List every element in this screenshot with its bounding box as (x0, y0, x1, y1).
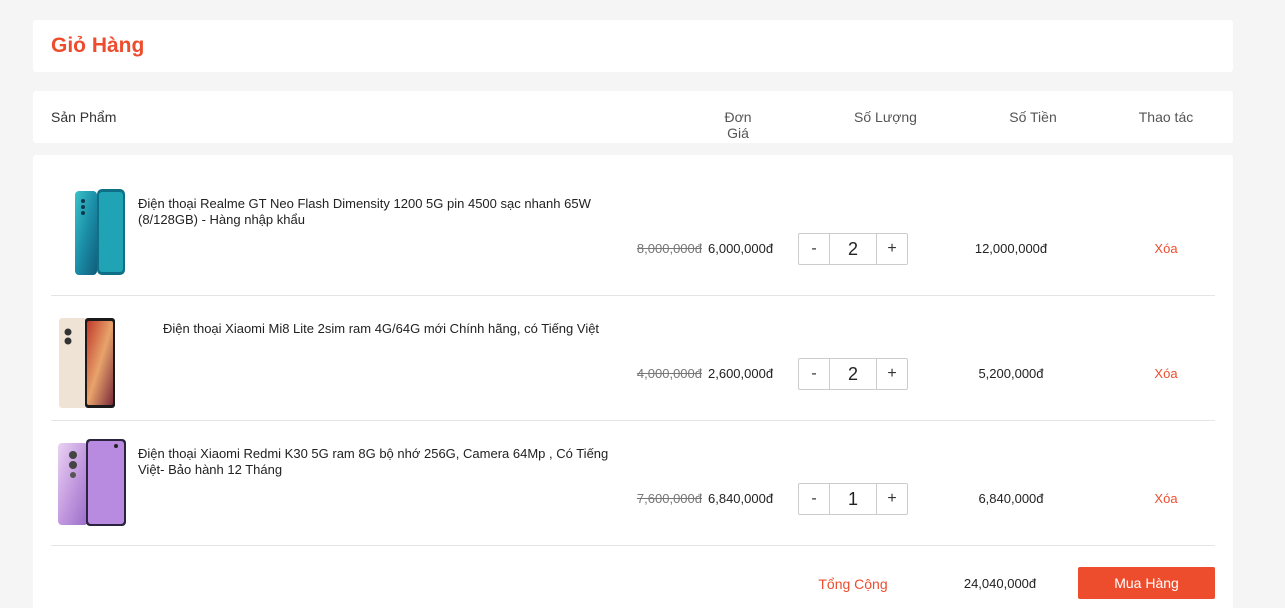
decrease-quantity-button[interactable]: - (799, 234, 829, 264)
quantity-stepper: - 2 + (798, 233, 908, 265)
grand-total: 24,040,000đ (963, 576, 1037, 591)
quantity-input[interactable]: 2 (829, 359, 877, 389)
unit-price: 6,840,000đ (708, 491, 774, 506)
cart-item-row: Điện thoại Xiaomi Mi8 Lite 2sim ram 4G/6… (51, 296, 1215, 421)
total-label: Tổng Cộng (818, 576, 888, 592)
product-name[interactable]: Điện thoại Xiaomi Mi8 Lite 2sim ram 4G/6… (163, 321, 643, 337)
quantity-stepper: - 2 + (798, 358, 908, 390)
cart-item-row: Điện thoại Realme GT Neo Flash Dimensity… (51, 171, 1215, 296)
cart-item-list: Điện thoại Realme GT Neo Flash Dimensity… (33, 155, 1233, 608)
quantity-input[interactable]: 1 (829, 484, 877, 514)
delete-item-link[interactable]: Xóa (1106, 491, 1226, 506)
original-price: 8,000,000đ (636, 241, 702, 256)
product-image[interactable] (59, 318, 115, 408)
delete-item-link[interactable]: Xóa (1106, 241, 1226, 256)
line-total: 5,200,000đ (978, 366, 1044, 381)
page-title: Giỏ Hàng (51, 34, 145, 57)
product-name[interactable]: Điện thoại Realme GT Neo Flash Dimensity… (138, 196, 618, 228)
product-image[interactable] (58, 439, 126, 526)
unit-price: 6,000,000đ (708, 241, 774, 256)
header-total: Số Tiền (1009, 109, 1057, 125)
header-product: Sản Phẩm (51, 109, 117, 125)
line-total: 12,000,000đ (974, 241, 1048, 256)
cart-title-card: Giỏ Hàng (33, 20, 1233, 72)
product-image[interactable] (73, 189, 128, 277)
product-name[interactable]: Điện thoại Xiaomi Redmi K30 5G ram 8G bộ… (138, 446, 618, 478)
quantity-input[interactable]: 2 (829, 234, 877, 264)
header-price: Đơn Giá (724, 109, 752, 141)
header-action: Thao tác (1138, 109, 1194, 125)
delete-item-link[interactable]: Xóa (1106, 366, 1226, 381)
cart-item-row: Điện thoại Xiaomi Redmi K30 5G ram 8G bộ… (51, 421, 1215, 546)
increase-quantity-button[interactable]: + (877, 359, 907, 389)
cart-summary: Tổng Cộng 24,040,000đ Mua Hàng (51, 567, 1215, 607)
original-price: 7,600,000đ (636, 491, 702, 506)
checkout-button[interactable]: Mua Hàng (1078, 567, 1215, 599)
decrease-quantity-button[interactable]: - (799, 484, 829, 514)
line-total: 6,840,000đ (978, 491, 1044, 506)
quantity-stepper: - 1 + (798, 483, 908, 515)
header-quantity: Số Lượng (854, 109, 917, 125)
decrease-quantity-button[interactable]: - (799, 359, 829, 389)
increase-quantity-button[interactable]: + (877, 484, 907, 514)
cart-table-header: Sản Phẩm Đơn Giá Số Lượng Số Tiền Thao t… (33, 91, 1233, 143)
increase-quantity-button[interactable]: + (877, 234, 907, 264)
unit-price: 2,600,000đ (708, 366, 774, 381)
original-price: 4,000,000đ (636, 366, 702, 381)
